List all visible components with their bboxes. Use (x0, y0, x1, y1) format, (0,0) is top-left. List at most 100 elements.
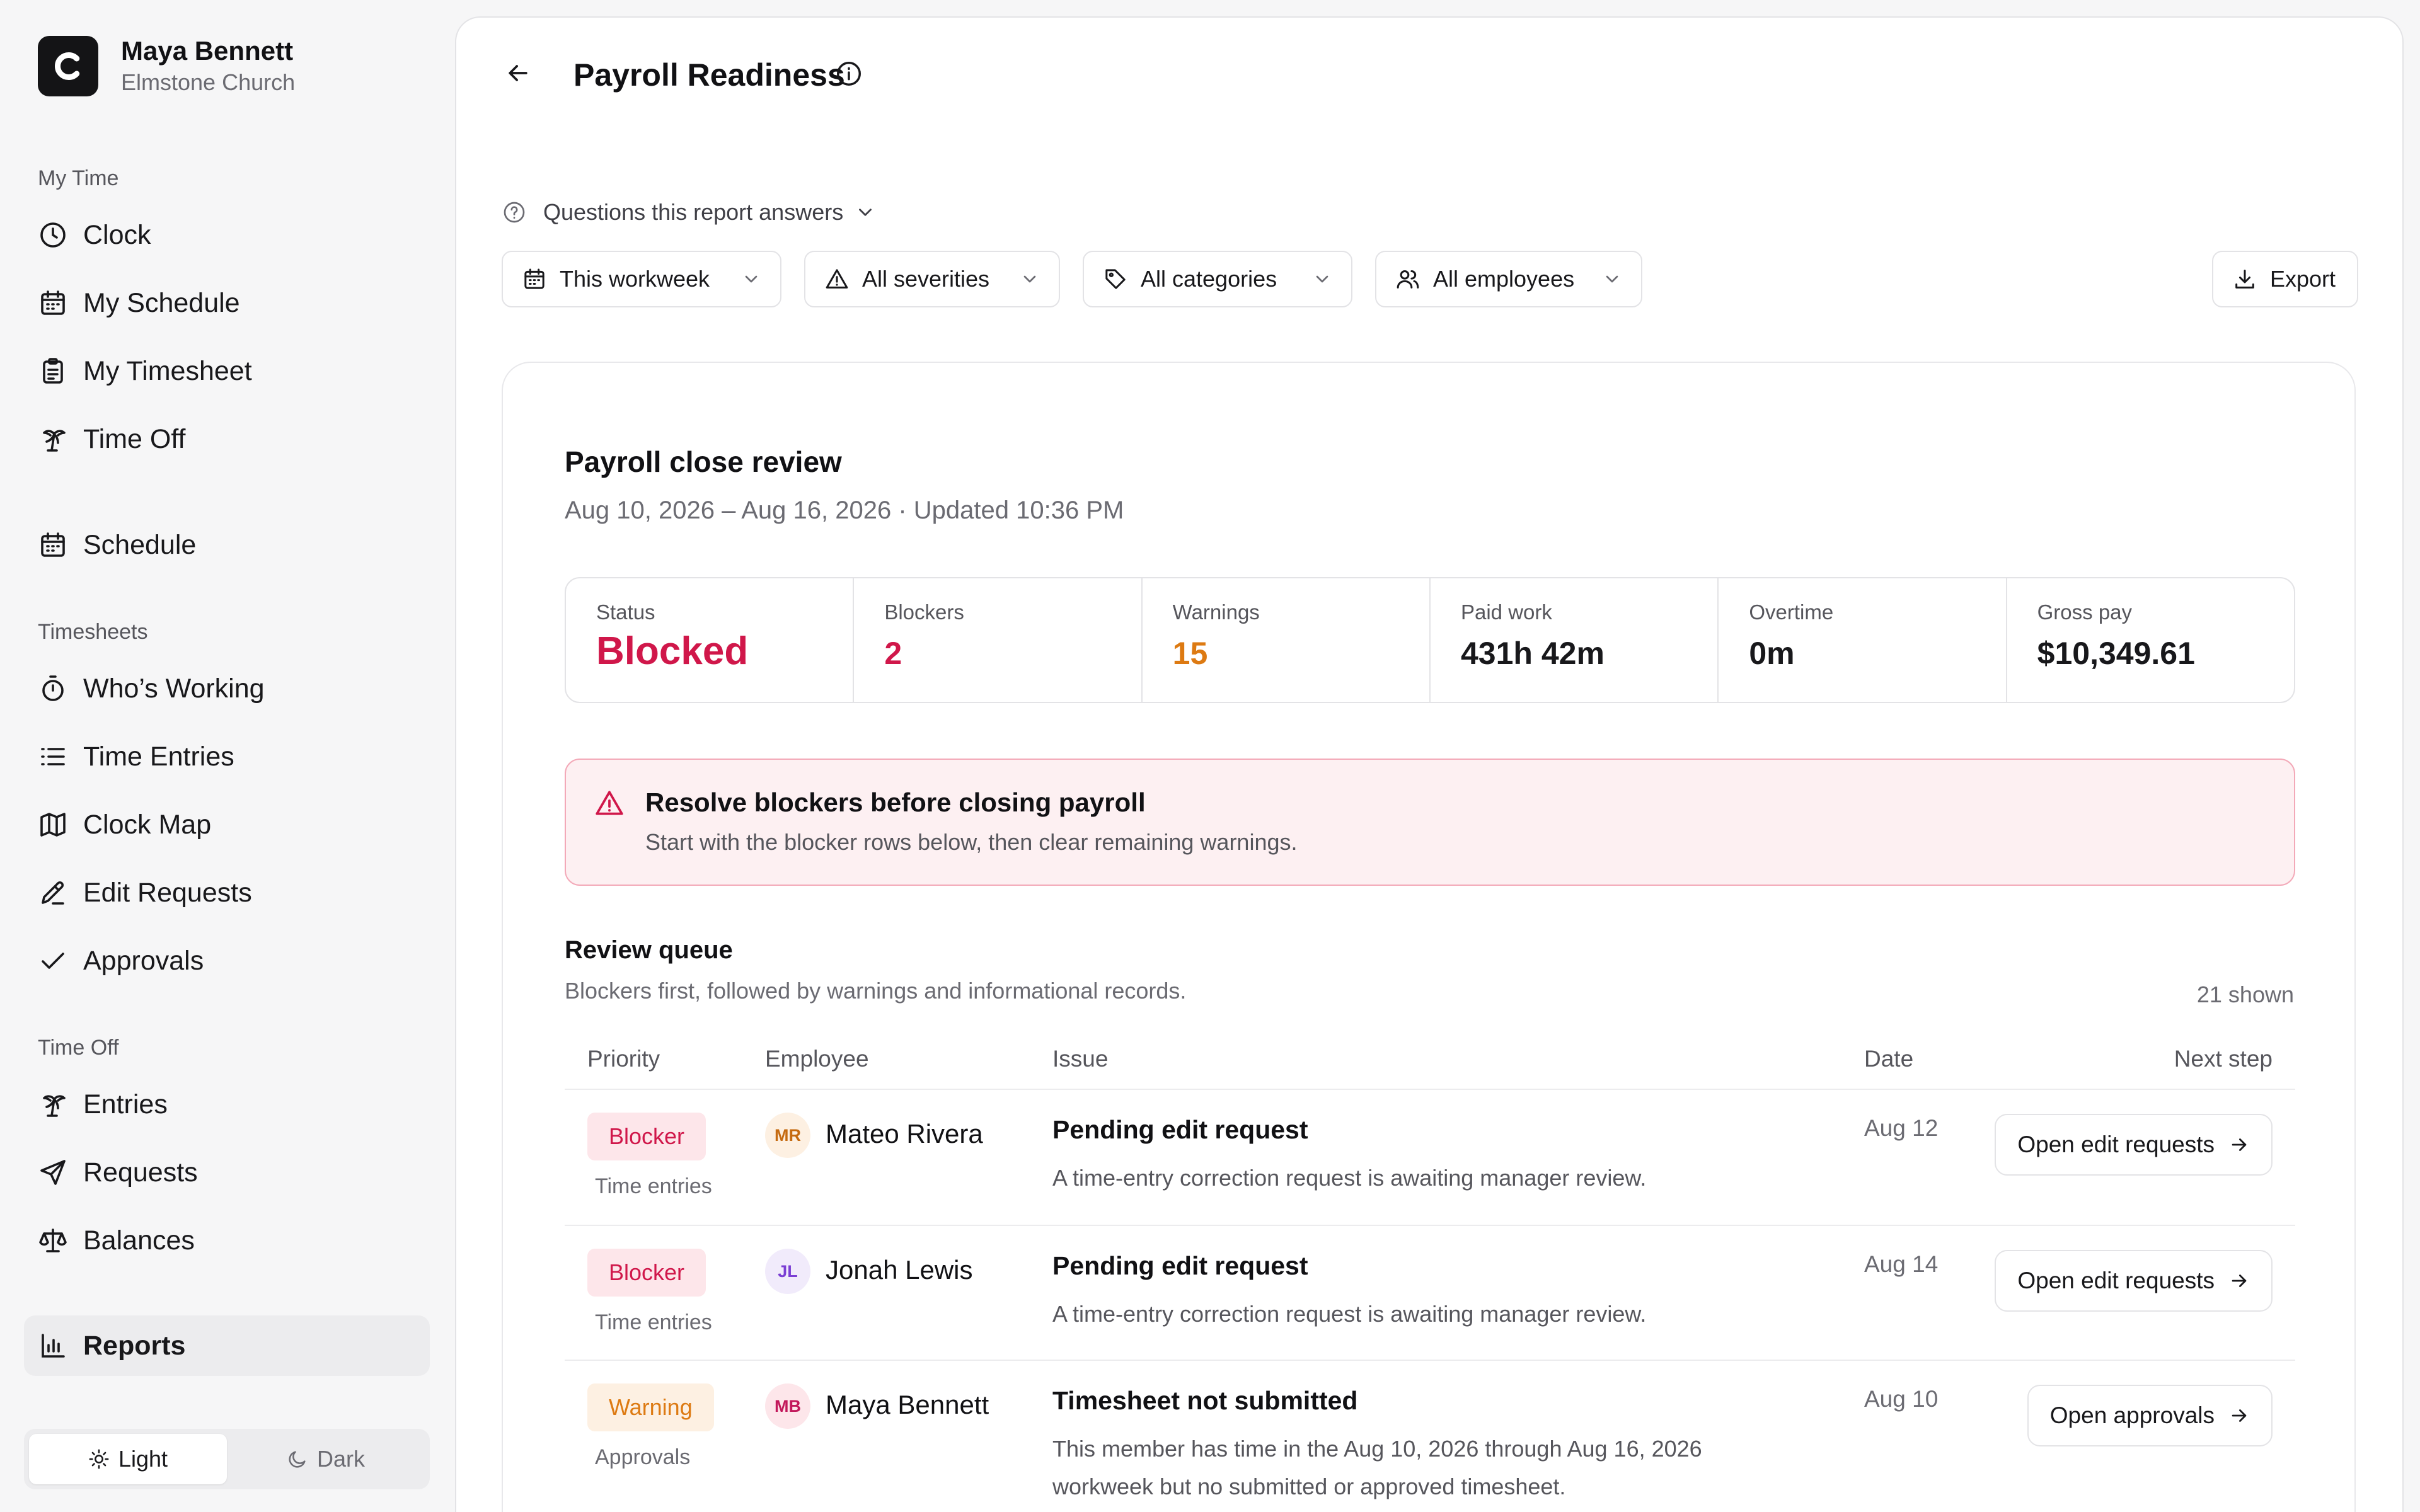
stat-label: Overtime (1749, 600, 1834, 624)
theme-dark-option[interactable]: Dark (227, 1434, 425, 1484)
stat-warnings: Warnings 15 (1143, 578, 1431, 702)
open-edit-requests-button[interactable]: Open edit requests (1995, 1114, 2273, 1176)
priority-badge: Blocker (587, 1113, 706, 1160)
period-filter-value: This workweek (560, 266, 710, 292)
questions-toggle[interactable]: Questions this report answers (502, 199, 876, 226)
palm-tree-icon (43, 430, 66, 452)
stat-label: Blockers (884, 600, 964, 624)
row-date: Aug 12 (1864, 1115, 1939, 1141)
sidebar-item-clock-map[interactable]: Clock Map (38, 803, 211, 847)
issue-description: A time-entry correction request is await… (1052, 1165, 1647, 1191)
severity-filter-value: All severities (862, 266, 990, 292)
help-circle-icon (504, 202, 525, 223)
review-subtitle: Aug 10, 2026 – Aug 16, 2026 · Updated 10… (565, 496, 1124, 524)
sidebar-item-reports[interactable]: Reports (38, 1324, 185, 1368)
questions-label: Questions this report answers (543, 199, 844, 225)
sidebar-item-label: Edit Requests (83, 877, 252, 908)
payroll-review-card: Payroll close review Aug 10, 2026 – Aug … (502, 362, 2356, 1512)
employee-name: Maya Bennett (826, 1390, 989, 1419)
row-date: Aug 14 (1864, 1251, 1939, 1277)
stat-label: Paid work (1460, 600, 1552, 624)
severity-filter[interactable]: All severities (804, 251, 1060, 307)
avatar: MB (765, 1383, 810, 1429)
sidebar-item-balances[interactable]: Balances (38, 1218, 195, 1263)
section-my-time: My Time (38, 166, 119, 190)
brand[interactable]: Maya Bennett Elmstone Church (38, 35, 295, 98)
next-step-label: Open approvals (2049, 1402, 2215, 1428)
column-priority: Priority (587, 1046, 660, 1072)
arrow-right-icon (2232, 1409, 2247, 1422)
user-name: Maya Bennett (121, 36, 294, 66)
sidebar-item-label: Approvals (83, 945, 204, 976)
stat-value: 0m (1749, 636, 1795, 671)
next-step-label: Open edit requests (2017, 1268, 2215, 1293)
warning-triangle-icon (596, 791, 623, 815)
sidebar-item-entries[interactable]: Entries (38, 1082, 168, 1126)
sidebar-item-label: Reports (83, 1330, 186, 1361)
chevron-down-icon (1606, 275, 1618, 283)
alert-text: Start with the blocker rows below, then … (645, 829, 1298, 855)
arrow-right-icon (2232, 1274, 2247, 1287)
sidebar-item-my-schedule[interactable]: My Schedule (38, 281, 240, 325)
arrow-right-icon (2232, 1138, 2247, 1151)
priority-category: Approvals (595, 1445, 691, 1469)
next-step-label: Open edit requests (2017, 1131, 2215, 1157)
open-approvals-button[interactable]: Open approvals (2027, 1385, 2273, 1446)
category-filter-value: All categories (1141, 266, 1277, 292)
category-filter[interactable]: All categories (1083, 251, 1352, 307)
column-next-step: Next step (2174, 1046, 2273, 1072)
logo-c-icon (55, 52, 80, 80)
sidebar-item-my-timesheet[interactable]: My Timesheet (38, 349, 252, 393)
stat-label: Warnings (1172, 600, 1260, 624)
download-icon (2235, 270, 2254, 289)
export-button[interactable]: Export (2212, 251, 2358, 307)
table-row: Blocker Time entries JL Jonah Lewis Pend… (565, 1226, 2295, 1361)
employee-filter[interactable]: All employees (1375, 251, 1642, 307)
users-icon (1397, 270, 1419, 289)
app-logo (38, 36, 98, 96)
column-date: Date (1864, 1046, 1914, 1072)
priority-badge: Blocker (587, 1249, 706, 1297)
open-edit-requests-button[interactable]: Open edit requests (1995, 1250, 2273, 1312)
sidebar-item-requests[interactable]: Requests (38, 1150, 198, 1194)
theme-dark-label: Dark (316, 1446, 365, 1472)
sidebar-item-label: Schedule (83, 529, 197, 560)
avatar: JL (765, 1249, 810, 1294)
sidebar-item-whos-working[interactable]: Who’s Working (38, 667, 265, 711)
avatar: MR (765, 1113, 810, 1158)
theme-toggle: Light Dark (24, 1429, 430, 1489)
stat-paid-work: Paid work 431h 42m (1431, 578, 1719, 702)
employee-filter-value: All employees (1433, 266, 1575, 292)
sidebar-item-label: My Timesheet (83, 355, 252, 386)
stats-summary: Status Blocked Blockers 2 Warnings 15 Pa… (565, 577, 2295, 703)
sidebar-item-time-off[interactable]: Time Off (38, 417, 185, 461)
back-button[interactable] (500, 55, 536, 91)
sidebar-item-edit-requests[interactable]: Edit Requests (38, 871, 252, 915)
issue-description: This member has time in the Aug 10, 2026… (1052, 1436, 1702, 1499)
row-date: Aug 10 (1864, 1386, 1939, 1412)
sidebar-item-time-entries[interactable]: Time Entries (38, 735, 234, 779)
review-queue-subtitle: Blockers first, followed by warnings and… (565, 978, 1187, 1004)
stat-value: $10,349.61 (2037, 636, 2195, 671)
check-icon (42, 953, 64, 969)
stopwatch-icon (42, 675, 64, 701)
calendar-icon (524, 268, 544, 289)
info-icon[interactable] (834, 59, 863, 88)
sidebar: Maya Bennett Elmstone Church My Time Clo… (0, 0, 454, 1512)
period-filter[interactable]: This workweek (502, 251, 781, 307)
sidebar-item-approvals[interactable]: Approvals (38, 939, 204, 983)
sidebar-item-label: Time Off (83, 423, 186, 454)
stat-label: Status (596, 600, 655, 624)
sidebar-item-clock[interactable]: Clock (38, 213, 151, 257)
main-panel: Payroll Readiness Questions this report … (455, 16, 2404, 1512)
sidebar-item-schedule[interactable]: Schedule (38, 523, 196, 567)
theme-light-option[interactable]: Light (29, 1434, 227, 1484)
stat-overtime: Overtime 0m (1719, 578, 2007, 702)
moon-icon (289, 1451, 306, 1468)
employee-name: Mateo Rivera (826, 1119, 983, 1148)
review-queue-count: 21 shown (2196, 982, 2294, 1007)
export-label: Export (2270, 266, 2336, 292)
blockers-alert: Resolve blockers before closing payroll … (565, 759, 2295, 886)
section-timesheets: Timesheets (38, 620, 148, 644)
employee-name: Jonah Lewis (826, 1255, 973, 1285)
